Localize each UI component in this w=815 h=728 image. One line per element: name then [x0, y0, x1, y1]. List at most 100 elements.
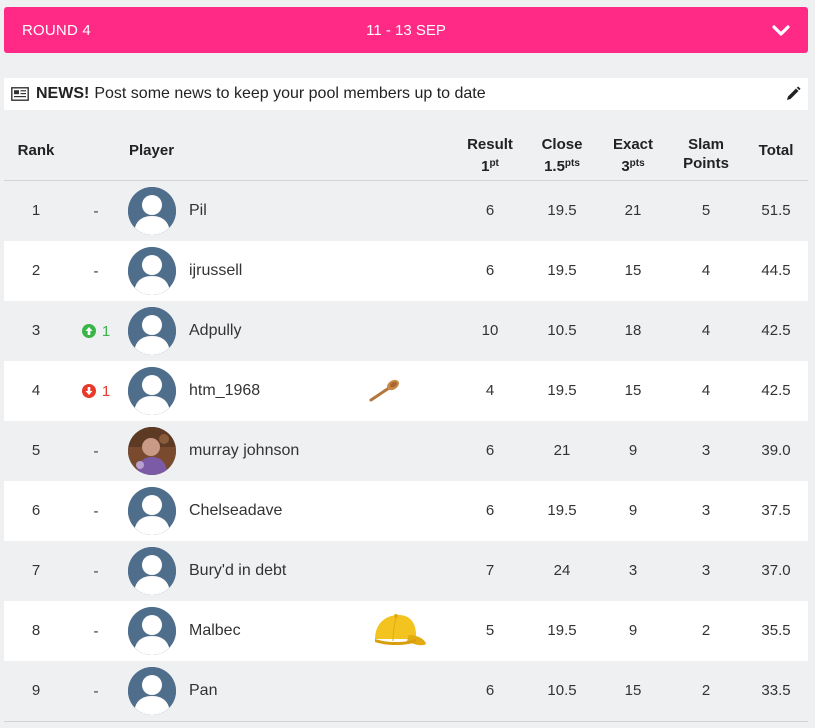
- avatar[interactable]: [128, 667, 176, 715]
- slam-points-cell: 4: [701, 262, 711, 279]
- header-player: Player: [129, 142, 175, 159]
- rank-change: -: [93, 202, 99, 220]
- round-label: ROUND 4: [22, 21, 91, 39]
- close-cell: 19.5: [547, 262, 577, 279]
- table-bottom-border: [4, 721, 808, 722]
- avatar[interactable]: [128, 547, 176, 595]
- result-cell: 5: [485, 622, 495, 639]
- rank-change: -: [93, 262, 99, 280]
- arrow-up-icon: [81, 324, 102, 338]
- avatar[interactable]: [128, 187, 176, 235]
- player-name[interactable]: Pil: [189, 181, 207, 241]
- rank-change: -: [93, 502, 99, 520]
- slam-points-cell: 4: [701, 382, 711, 399]
- player-name[interactable]: Chelseadave: [189, 481, 282, 541]
- close-cell: 21: [553, 442, 571, 459]
- avatar[interactable]: [128, 307, 176, 355]
- news-message: Post some news to keep your pool members…: [94, 85, 486, 102]
- wooden-spoon-icon: [368, 361, 402, 421]
- player-name[interactable]: Malbec: [189, 601, 241, 661]
- rank-change: -: [93, 562, 99, 580]
- table-row[interactable]: 9 - Pan 6 10.5 15 2 33.5: [4, 661, 808, 721]
- rank-change-value: 1: [101, 382, 111, 400]
- header-exact: Exact 3pts: [612, 136, 654, 175]
- slam-points-cell: 2: [701, 682, 711, 699]
- close-cell: 19.5: [547, 382, 577, 399]
- total-cell: 33.5: [761, 682, 791, 699]
- total-cell: 35.5: [761, 622, 791, 639]
- chevron-down-icon[interactable]: [770, 19, 792, 41]
- table-row[interactable]: 6 - Chelseadave 6 19.5 9 3 37.5: [4, 481, 808, 541]
- exact-cell: 21: [624, 202, 642, 219]
- player-name[interactable]: ijrussell: [189, 241, 242, 301]
- slam-points-cell: 4: [701, 322, 711, 339]
- exact-cell: 9: [628, 502, 638, 519]
- result-cell: 6: [485, 442, 495, 459]
- rank-cell: 6: [31, 502, 41, 519]
- close-cell: 19.5: [547, 502, 577, 519]
- news-heading: NEWS!: [36, 85, 90, 102]
- player-name[interactable]: Bury'd in debt: [189, 541, 286, 601]
- player-name[interactable]: htm_1968: [189, 361, 260, 421]
- table-row[interactable]: 5 - murray johnson 6 21 9 3 39.0: [4, 421, 808, 481]
- avatar[interactable]: [128, 487, 176, 535]
- rank-cell: 2: [31, 262, 41, 279]
- rank-change: -: [93, 622, 99, 640]
- header-rank: Rank: [17, 142, 55, 159]
- table-row[interactable]: 4 1 htm_1968 4 19.5 15 4 42.5: [4, 361, 808, 421]
- avatar[interactable]: [128, 607, 176, 655]
- newspaper-icon: [11, 87, 29, 101]
- rank-cell: 4: [31, 382, 41, 399]
- rank-cell: 7: [31, 562, 41, 579]
- rank-change: -: [93, 682, 99, 700]
- close-cell: 24: [553, 562, 571, 579]
- total-cell: 51.5: [761, 202, 791, 219]
- exact-cell: 3: [628, 562, 638, 579]
- standings-table: Rank Player Result 1pt Close 1.5pts Exac…: [4, 120, 808, 721]
- table-row[interactable]: 2 - ijrussell 6 19.5 15 4 44.5: [4, 241, 808, 301]
- close-cell: 10.5: [547, 322, 577, 339]
- pencil-icon[interactable]: [785, 86, 801, 102]
- exact-cell: 15: [624, 262, 642, 279]
- result-cell: 7: [485, 562, 495, 579]
- news-bar: NEWS! Post some news to keep your pool m…: [4, 78, 808, 110]
- exact-cell: 18: [624, 322, 642, 339]
- player-name[interactable]: Pan: [189, 661, 217, 721]
- slam-points-cell: 3: [701, 562, 711, 579]
- rank-cell: 9: [31, 682, 41, 699]
- table-header: Rank Player Result 1pt Close 1.5pts Exac…: [4, 120, 808, 181]
- result-cell: 6: [485, 202, 495, 219]
- avatar[interactable]: [128, 247, 176, 295]
- slam-points-cell: 2: [701, 622, 711, 639]
- rank-cell: 5: [31, 442, 41, 459]
- yellow-cap-icon: [369, 601, 427, 661]
- result-cell: 6: [485, 262, 495, 279]
- result-cell: 6: [485, 502, 495, 519]
- result-cell: 4: [485, 382, 495, 399]
- round-selector[interactable]: ROUND 4 11 - 13 SEP: [4, 7, 808, 53]
- table-row[interactable]: 8 - Malbec 5 19.5 9 2 35.5: [4, 601, 808, 661]
- table-row[interactable]: 3 1 Adpully 10 10.5 18 4 42.5: [4, 301, 808, 361]
- total-cell: 39.0: [761, 442, 791, 459]
- close-cell: 19.5: [547, 202, 577, 219]
- close-cell: 19.5: [547, 622, 577, 639]
- rank-change: 1: [76, 301, 116, 361]
- close-cell: 10.5: [547, 682, 577, 699]
- total-cell: 42.5: [761, 382, 791, 399]
- table-row[interactable]: 7 - Bury'd in debt 7 24 3 3 37.0: [4, 541, 808, 601]
- avatar[interactable]: [128, 427, 176, 475]
- total-cell: 44.5: [761, 262, 791, 279]
- result-cell: 6: [485, 682, 495, 699]
- slam-points-cell: 3: [701, 442, 711, 459]
- total-cell: 37.0: [761, 562, 791, 579]
- exact-cell: 9: [628, 442, 638, 459]
- player-name[interactable]: murray johnson: [189, 421, 299, 481]
- player-name[interactable]: Adpully: [189, 301, 241, 361]
- slam-points-cell: 3: [701, 502, 711, 519]
- exact-cell: 15: [624, 682, 642, 699]
- table-row[interactable]: 1 - Pil 6 19.5 21 5 51.5: [4, 181, 808, 241]
- avatar[interactable]: [128, 367, 176, 415]
- result-cell: 10: [481, 322, 499, 339]
- header-total: Total: [758, 142, 794, 159]
- slam-points-cell: 5: [701, 202, 711, 219]
